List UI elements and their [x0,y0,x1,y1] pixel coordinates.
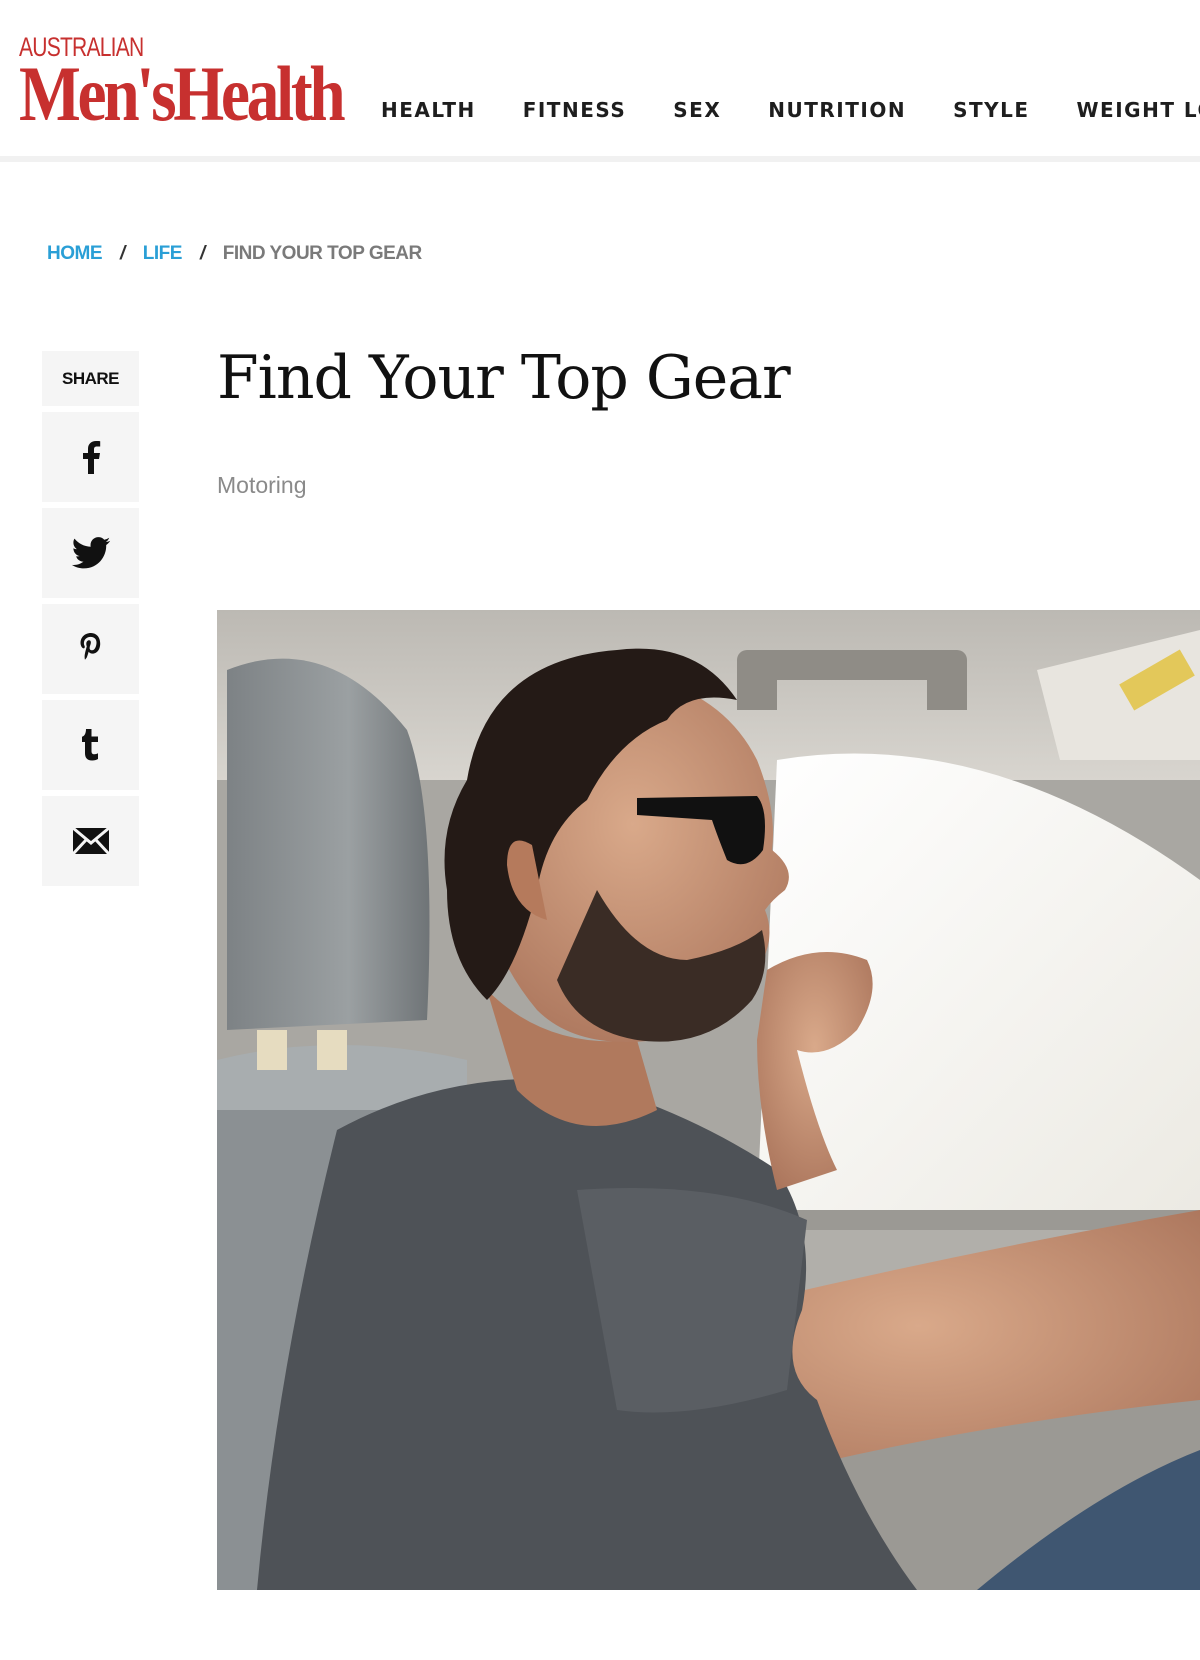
tumblr-icon [81,729,98,761]
pinterest-icon [80,633,100,660]
hero-image [217,610,1200,1590]
man-driving-car-photo [217,610,1200,1590]
share-pinterest-button[interactable] [42,604,139,694]
logo-wordmark: Men'sHealth [19,50,346,137]
breadcrumb: HOME / LIFE / FIND YOUR TOP GEAR [47,243,422,265]
article-category[interactable]: Motoring [217,472,306,499]
article-title: Find Your Top Gear [217,343,791,413]
breadcrumb-current: FIND YOUR TOP GEAR [222,243,422,264]
site-header: AUSTRALIAN Men'sHealth HEALTH FITNESS SE… [0,0,1200,162]
breadcrumb-life[interactable]: LIFE [143,243,183,265]
nav-item-style[interactable]: STYLE [953,98,1029,122]
breadcrumb-separator: / [199,243,205,264]
main-nav: HEALTH FITNESS SEX NUTRITION STYLE WEIGH… [381,98,1200,122]
share-facebook-button[interactable] [42,412,139,502]
breadcrumb-home[interactable]: HOME [47,243,103,265]
nav-item-weight-loss[interactable]: WEIGHT LOS [1077,98,1200,122]
nav-item-sex[interactable]: SEX [673,98,721,122]
share-email-button[interactable] [42,796,139,886]
twitter-icon [71,537,110,569]
facebook-icon [82,441,100,474]
share-sidebar: SHARE [42,351,139,886]
email-icon [71,826,110,856]
breadcrumb-separator: / [120,243,125,264]
site-logo[interactable]: AUSTRALIAN Men'sHealth [19,34,404,137]
share-tumblr-button[interactable] [42,700,139,790]
nav-item-nutrition[interactable]: NUTRITION [768,98,906,122]
share-twitter-button[interactable] [42,508,139,598]
nav-item-health[interactable]: HEALTH [381,98,476,122]
nav-item-fitness[interactable]: FITNESS [523,98,627,122]
share-label: SHARE [42,351,139,406]
